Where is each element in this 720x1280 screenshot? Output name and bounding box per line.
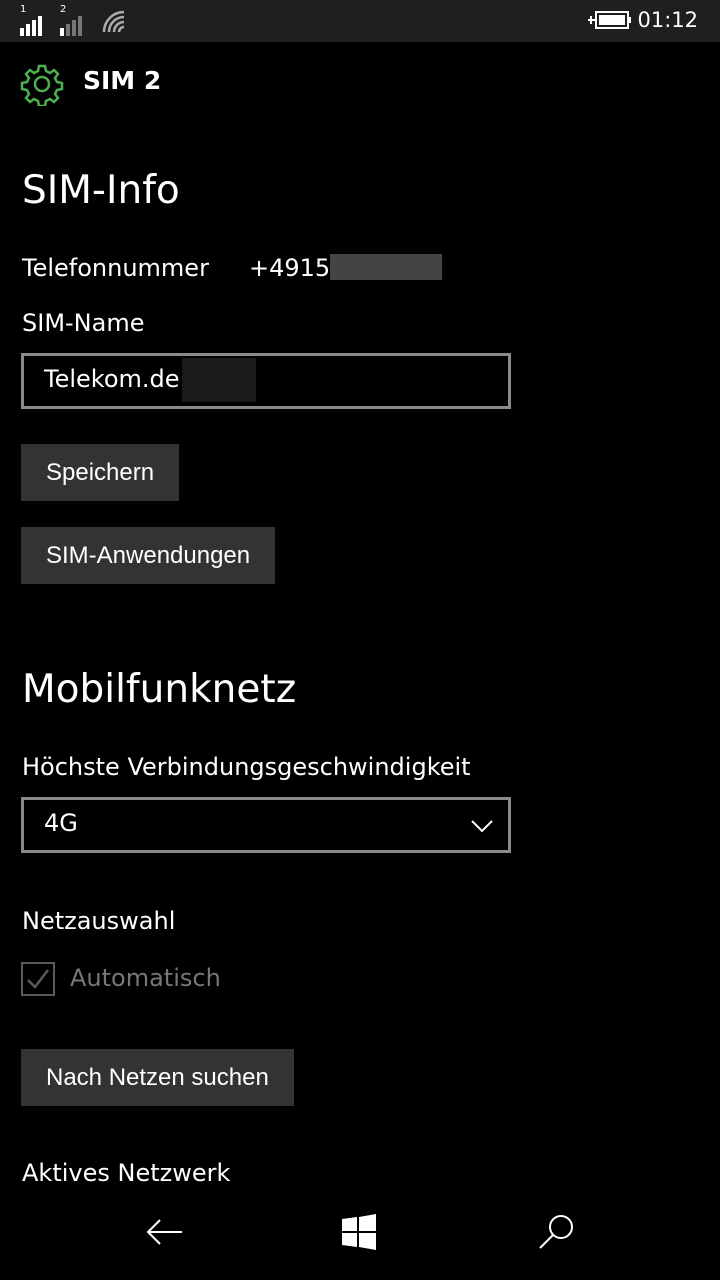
sim-name-value: Telekom.de [44,365,180,393]
gear-icon [20,64,64,106]
battery-charging-icon [588,11,631,29]
windows-icon[interactable] [338,1210,382,1254]
page-title: SIM 2 [83,66,162,95]
phone-number-label: Telefonnummer [22,254,209,282]
max-speed-value: 4G [44,809,78,837]
search-networks-button[interactable]: Nach Netzen suchen [21,1049,294,1106]
max-speed-label: Höchste Verbindungsgeschwindigkeit [22,753,471,781]
search-icon[interactable] [534,1210,578,1254]
checkmark-icon [27,969,49,989]
sim-name-field[interactable]: Telekom.de [21,353,511,409]
status-bar: 1 2 01:12 [0,0,720,42]
sim-apps-button[interactable]: SIM-Anwendungen [21,527,276,584]
clock: 01:12 [637,8,698,32]
wifi-icon [102,10,125,33]
mobile-network-heading: Mobilfunknetz [22,667,297,712]
automatic-label: Automatisch [70,964,221,992]
sim-info-heading: SIM-Info [22,168,180,213]
active-network-label: Aktives Netzwerk [22,1159,231,1187]
sim-name-label: SIM-Name [22,309,145,337]
max-speed-select[interactable]: 4G [21,797,511,853]
save-button[interactable]: Speichern [21,444,180,501]
network-selection-label: Netzauswahl [22,907,176,935]
phone-number-redaction [330,254,442,280]
automatic-checkbox[interactable] [21,962,55,996]
sim-name-redaction [182,358,256,402]
chevron-down-icon [471,820,493,833]
back-arrow-icon[interactable] [142,1210,186,1254]
